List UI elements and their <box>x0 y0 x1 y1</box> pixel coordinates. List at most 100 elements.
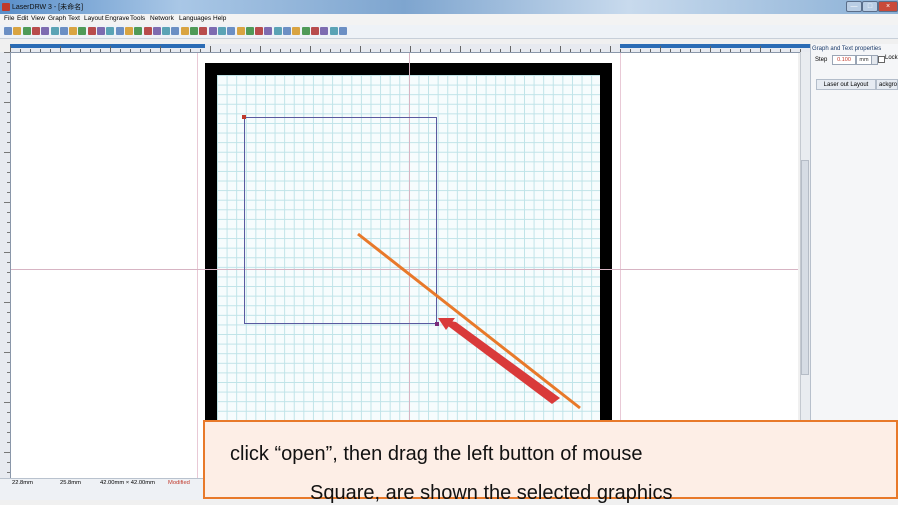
ruler-tick <box>4 302 10 303</box>
ruler-tick <box>360 46 361 52</box>
menu-graph[interactable]: Graph <box>48 15 66 22</box>
menu-layout[interactable]: Layout <box>84 15 104 22</box>
ruler-tick <box>400 49 401 52</box>
minimize-button[interactable]: — <box>846 1 862 12</box>
ruler-tick <box>200 49 201 52</box>
zoom-in-icon[interactable] <box>124 27 133 35</box>
ruler-tick <box>660 46 661 52</box>
paste-icon[interactable] <box>87 27 96 35</box>
open-icon[interactable] <box>13 27 22 35</box>
bezier-icon[interactable] <box>217 27 226 35</box>
lock-checkbox[interactable] <box>878 56 885 63</box>
home-icon[interactable] <box>310 27 319 35</box>
cut-icon[interactable] <box>69 27 78 35</box>
engrave-icon[interactable] <box>273 27 282 35</box>
pan-icon[interactable] <box>152 27 161 35</box>
ruler-tick <box>530 49 531 52</box>
properties-panel <box>810 44 898 478</box>
ruler-tick <box>7 372 10 373</box>
tab-laser-out-layout[interactable]: Laser out Layout <box>816 79 876 90</box>
export-icon[interactable] <box>41 27 50 35</box>
text-icon[interactable] <box>227 27 236 35</box>
drawn-square[interactable] <box>244 117 437 324</box>
ruler-tick <box>180 49 181 52</box>
menu-file[interactable]: File <box>4 15 14 22</box>
new-icon[interactable] <box>4 27 12 35</box>
ruler-tick <box>80 49 81 52</box>
step-input[interactable]: 0.100 <box>832 55 856 65</box>
polygon-icon[interactable] <box>199 27 208 35</box>
stop-icon[interactable] <box>292 27 301 35</box>
status-size: 42.00mm × 42.00mm <box>100 480 155 486</box>
distribute-icon[interactable] <box>245 27 254 35</box>
ruler-tick <box>490 49 491 52</box>
ruler-tick <box>520 49 521 52</box>
delete-icon[interactable] <box>97 27 105 35</box>
menu-view[interactable]: View <box>31 15 45 22</box>
ruler-tick <box>7 72 10 73</box>
panel-title: Graph and Text properties <box>812 46 882 52</box>
ruler-tick <box>240 49 241 52</box>
maximize-button[interactable]: □ <box>862 1 878 12</box>
laser-icon[interactable] <box>320 27 329 35</box>
ruler-tick <box>7 182 10 183</box>
ruler-tick <box>7 82 10 83</box>
menu-text[interactable]: Text <box>68 15 80 22</box>
zoom-out-icon[interactable] <box>134 27 143 35</box>
import-icon[interactable] <box>31 27 40 35</box>
square-handle-top-left[interactable] <box>242 115 246 119</box>
star-icon[interactable] <box>208 27 217 35</box>
ruler-tick <box>710 46 711 52</box>
ruler-tick <box>7 112 10 113</box>
ruler-top <box>10 44 810 53</box>
tab-background[interactable]: ackgro <box>876 79 898 90</box>
settings-icon[interactable] <box>50 27 59 35</box>
device-icon[interactable] <box>329 27 338 35</box>
menu-network[interactable]: Network <box>150 15 174 22</box>
menu-tools[interactable]: Tools <box>130 15 145 22</box>
ruler-tick <box>7 172 10 173</box>
preview-icon[interactable] <box>338 27 347 35</box>
ruler-tick <box>7 422 10 423</box>
copy-icon[interactable] <box>78 27 87 35</box>
ruler-tick <box>620 49 621 52</box>
menu-bar: File Edit View Graph Text Layout Engrave… <box>0 14 898 25</box>
ruler-tick <box>410 46 411 52</box>
gear-icon[interactable] <box>59 27 68 35</box>
ruler-tick <box>7 412 10 413</box>
line-icon[interactable] <box>171 27 180 35</box>
save-icon[interactable] <box>22 27 31 35</box>
ellipse-icon[interactable] <box>190 27 198 35</box>
step-unit-select[interactable]: mm <box>856 55 872 65</box>
close-button[interactable]: × <box>878 1 898 12</box>
ruler-tick <box>460 46 461 52</box>
ruler-tick <box>560 46 561 52</box>
ungroup-icon[interactable] <box>264 27 273 35</box>
step-spinner[interactable] <box>871 55 878 65</box>
select-icon[interactable] <box>115 27 124 35</box>
ruler-tick <box>390 49 391 52</box>
zoom-fit-icon[interactable] <box>143 27 152 35</box>
cut-run-icon[interactable] <box>283 27 291 35</box>
ruler-tick <box>720 49 721 52</box>
ruler-tick <box>630 49 631 52</box>
pause-icon[interactable] <box>301 27 310 35</box>
group-icon[interactable] <box>255 27 264 35</box>
ruler-tick <box>600 49 601 52</box>
menu-engrave[interactable]: Engrave <box>105 15 129 22</box>
grid-icon[interactable] <box>106 27 115 35</box>
ruler-tick <box>7 132 10 133</box>
menu-help[interactable]: Help <box>213 15 226 22</box>
ruler-tick <box>550 49 551 52</box>
menu-edit[interactable]: Edit <box>17 15 28 22</box>
ruler-tick <box>540 49 541 52</box>
menu-languages[interactable]: Languages <box>179 15 211 22</box>
ruler-tick <box>60 46 61 52</box>
pointer-icon[interactable] <box>162 27 171 35</box>
title-bar <box>0 0 898 14</box>
square-handle-bottom-right[interactable] <box>435 322 439 326</box>
align-icon[interactable] <box>236 27 245 35</box>
vertical-scrollbar-thumb[interactable] <box>801 160 809 375</box>
ruler-tick <box>4 452 10 453</box>
rectangle-icon[interactable] <box>180 27 189 35</box>
